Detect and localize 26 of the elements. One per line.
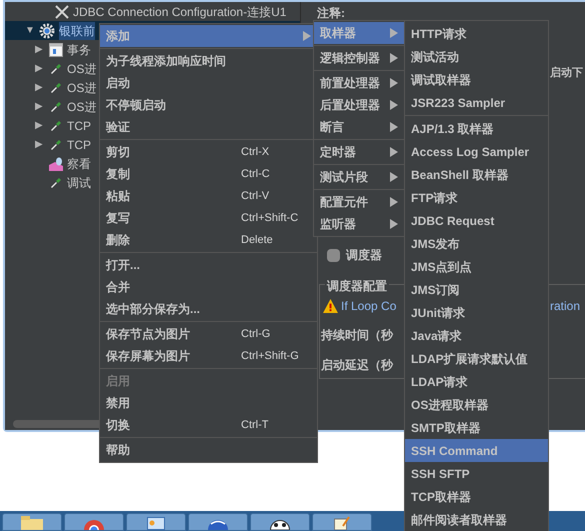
warning-text: If Loop Co [341, 298, 396, 315]
shortcut-label: Ctrl-T [241, 418, 270, 433]
tree-label: 银联前 [59, 22, 95, 40]
tree-label: OS进 [67, 98, 96, 116]
shortcut-label: Delete [241, 232, 274, 248]
delay-label: 启动延迟（秒 [321, 357, 393, 374]
shortcut-label: Ctrl-G [241, 326, 272, 342]
tree-label: OS进 [67, 60, 96, 78]
next-label: 启动下 [550, 66, 583, 81]
shortcut-label: Ctrl-C [241, 166, 271, 182]
tree-label: 事务 [67, 42, 91, 58]
duration-label: 持续时间（秒 [321, 327, 393, 344]
group-title: 调度器配置 [325, 277, 389, 295]
tree-label: 调试 [67, 174, 91, 192]
scheduler-label: 调度器 [346, 247, 382, 264]
warning-text: ration [550, 298, 580, 315]
tree-label: OS进 [67, 80, 96, 96]
tree-label: TCP [67, 118, 91, 134]
tree-label: TCP [67, 136, 91, 154]
shortcut-label: Ctrl+Shift-C [241, 210, 300, 226]
shortcut-label: Ctrl-V [241, 188, 270, 204]
comment-label: 注释: [317, 5, 345, 22]
tree-label: JDBC Connection Configuration-连接U1 [73, 4, 286, 20]
shortcut-label: Ctrl+Shift-G [241, 348, 300, 364]
shortcut-label: Ctrl-X [241, 144, 270, 160]
tree-label: 察看 [67, 156, 91, 172]
